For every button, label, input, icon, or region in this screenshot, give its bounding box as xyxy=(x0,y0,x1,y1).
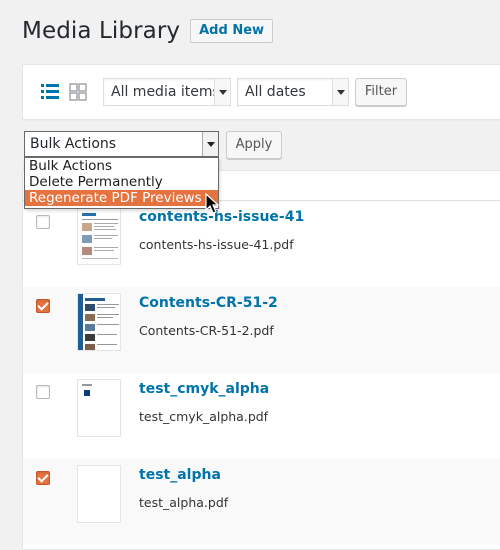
pdf-thumbnail xyxy=(77,465,121,523)
row-checkbox[interactable] xyxy=(36,385,50,399)
apply-button[interactable]: Apply xyxy=(226,131,282,159)
media-filename: test_cmyk_alpha.pdf xyxy=(139,409,269,424)
list-view-icon[interactable] xyxy=(41,83,59,101)
row-checkbox-checked[interactable] xyxy=(36,471,50,485)
row-checkbox-checked[interactable] xyxy=(36,299,50,313)
add-new-button[interactable]: Add New xyxy=(190,19,274,43)
page-header: Media Library Add New xyxy=(22,18,274,44)
pdf-thumbnail xyxy=(77,207,121,265)
media-filename: contents-hs-issue-41.pdf xyxy=(139,237,294,252)
mouse-cursor-icon xyxy=(205,192,221,215)
bulk-option-delete-permanently[interactable]: Delete Permanently xyxy=(25,174,218,190)
bulk-actions-select[interactable]: Bulk Actions xyxy=(24,131,219,157)
bulk-actions-dropdown: Bulk Actions Delete Permanently Regenera… xyxy=(24,157,219,209)
filter-button[interactable]: Filter xyxy=(355,78,407,106)
media-filename: test_alpha.pdf xyxy=(139,495,229,510)
table-row: contents-hs-issue-41 contents-hs-issue-4… xyxy=(23,201,500,287)
media-type-value: All media items xyxy=(111,84,220,100)
chevron-down-icon xyxy=(202,132,218,156)
table-row: test_cmyk_alpha test_cmyk_alpha.pdf xyxy=(23,373,500,459)
date-value: All dates xyxy=(245,84,306,100)
media-title-link[interactable]: test_cmyk_alpha xyxy=(139,381,269,397)
table-row: test_alpha test_alpha.pdf xyxy=(23,459,500,545)
page-title: Media Library xyxy=(22,18,181,44)
media-filename: Contents-CR-51-2.pdf xyxy=(139,323,274,338)
bulk-option-bulk-actions[interactable]: Bulk Actions xyxy=(25,158,218,174)
media-toolbar: All media items All dates Filter xyxy=(22,64,500,120)
table-row: Contents-CR-51-2 Contents-CR-51-2.pdf xyxy=(23,287,500,373)
media-type-select[interactable]: All media items xyxy=(103,78,231,106)
media-title-link[interactable]: Contents-CR-51-2 xyxy=(139,295,278,311)
pdf-thumbnail xyxy=(77,379,121,437)
chevron-down-icon xyxy=(332,79,348,105)
bulk-option-regenerate-pdf-previews[interactable]: Regenerate PDF Previews xyxy=(25,190,218,206)
chevron-down-icon xyxy=(214,79,230,105)
date-select[interactable]: All dates xyxy=(237,78,349,106)
row-checkbox[interactable] xyxy=(36,215,50,229)
bulk-actions-value: Bulk Actions xyxy=(30,136,117,152)
grid-view-icon[interactable] xyxy=(69,83,87,101)
pdf-thumbnail xyxy=(77,293,121,351)
media-table: contents-hs-issue-41 contents-hs-issue-4… xyxy=(22,170,500,550)
media-title-link[interactable]: contents-hs-issue-41 xyxy=(139,209,304,225)
media-title-link[interactable]: test_alpha xyxy=(139,467,221,483)
